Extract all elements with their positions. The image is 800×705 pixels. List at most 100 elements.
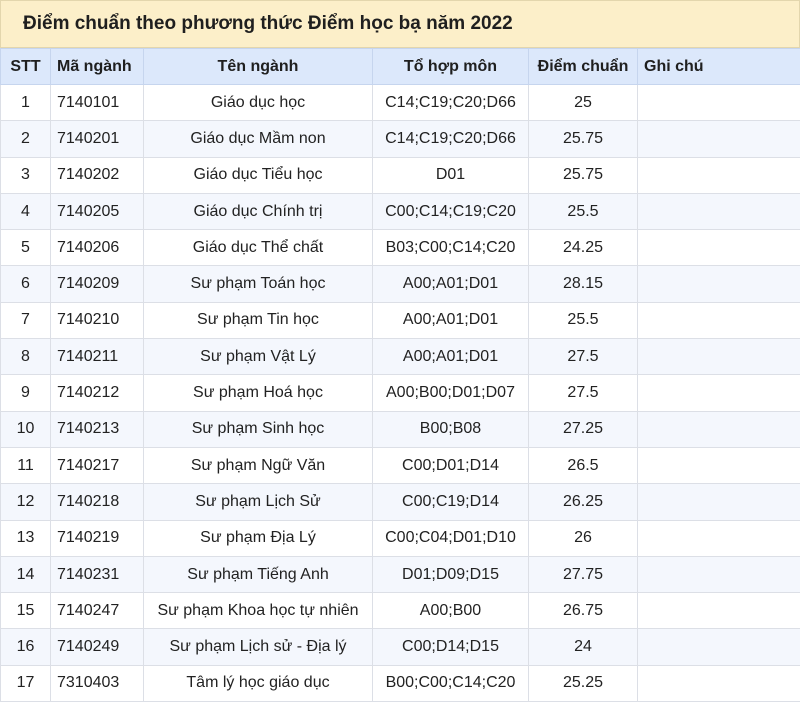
- cell-diem-chuan: 27.75: [528, 555, 638, 594]
- cell-stt: 16: [0, 628, 51, 666]
- cell-ma-nganh: 7140202: [50, 156, 144, 194]
- table-row: 2 7140201 Giáo dục Mầm non C14;C19;C20;D66 2…: [0, 120, 800, 158]
- table-row: 3 7140202 Giáo dục Tiểu học D01 25.75: [0, 156, 800, 194]
- cell-ma-nganh: 7140213: [50, 410, 144, 448]
- table-header-row: STT Mã ngành Tên ngành Tổ hợp môn Điểm c…: [0, 48, 800, 85]
- cell-ghi-chu: [637, 338, 800, 376]
- cell-ma-nganh: 7140205: [50, 192, 144, 231]
- table-row: 12 7140218 Sư phạm Lịch Sử C00;C19;D14 26.25: [0, 483, 800, 521]
- cell-ghi-chu: [637, 229, 800, 267]
- cell-ghi-chu: [637, 120, 800, 158]
- cell-ten-nganh: Sư phạm Địa Lý: [143, 519, 373, 557]
- cell-ghi-chu: [637, 265, 800, 303]
- cell-ten-nganh: Sư phạm Ngữ Văn: [143, 446, 373, 485]
- cell-ma-nganh: 7140218: [50, 483, 144, 521]
- cell-diem-chuan: 25.5: [528, 301, 638, 340]
- cell-stt: 6: [0, 265, 51, 303]
- cell-diem-chuan: 26.75: [528, 592, 638, 630]
- cell-ghi-chu: [637, 156, 800, 194]
- cell-ten-nganh: Sư phạm Lịch Sử: [143, 483, 373, 521]
- table-row: 10 7140213 Sư phạm Sinh học B00;B08 27.25: [0, 410, 800, 448]
- cell-ghi-chu: [637, 555, 800, 594]
- cell-ten-nganh: Giáo dục Tiểu học: [143, 156, 373, 194]
- cell-stt: 1: [0, 83, 51, 122]
- cell-diem-chuan: 27.25: [528, 410, 638, 448]
- cell-diem-chuan: 27.5: [528, 374, 638, 412]
- cell-stt: 11: [0, 446, 51, 485]
- cell-ghi-chu: [637, 301, 800, 340]
- cell-stt: 13: [0, 519, 51, 557]
- table-row: 15 7140247 Sư phạm Khoa học tự nhiên A00;B0…: [0, 592, 800, 630]
- cell-ten-nganh: Sư phạm Hoá học: [143, 374, 373, 412]
- cell-stt: 12: [0, 483, 51, 521]
- cell-ghi-chu: [637, 83, 800, 122]
- cell-ghi-chu: [637, 446, 800, 485]
- cell-diem-chuan: 28.15: [528, 265, 638, 303]
- cell-diem-chuan: 25.5: [528, 192, 638, 231]
- cell-ma-nganh: 7140231: [50, 555, 144, 594]
- page: Điểm chuẩn theo phương thức Điểm học bạ …: [0, 0, 800, 705]
- cell-ten-nganh: Tâm lý học giáo dục: [143, 664, 373, 703]
- cell-ten-nganh: Sư phạm Tiếng Anh: [143, 555, 373, 594]
- cell-diem-chuan: 26.5: [528, 446, 638, 485]
- cell-ten-nganh: Sư phạm Vật Lý: [143, 338, 373, 376]
- cell-stt: 3: [0, 156, 51, 194]
- score-table: STT Mã ngành Tên ngành Tổ hợp môn Điểm c…: [0, 48, 800, 703]
- page-title: Điểm chuẩn theo phương thức Điểm học bạ …: [0, 0, 800, 48]
- cell-ma-nganh: 7140210: [50, 301, 144, 340]
- cell-ma-nganh: 7140219: [50, 519, 144, 557]
- table-row: 17 7310403 Tâm lý học giáo dục B00;C00;C14;…: [0, 664, 800, 703]
- cell-ten-nganh: Giáo dục Chính trị: [143, 192, 373, 231]
- cell-diem-chuan: 25.75: [528, 120, 638, 158]
- cell-ten-nganh: Sư phạm Sinh học: [143, 410, 373, 448]
- cell-diem-chuan: 25: [528, 83, 638, 122]
- cell-ghi-chu: [637, 592, 800, 630]
- cell-to-hop-mon: C00;C19;D14: [372, 483, 529, 521]
- table-row: 7 7140210 Sư phạm Tin học A00;A01;D01 25.5: [0, 301, 800, 340]
- table-body: 1 7140101 Giáo dục học C14;C19;C20;D66 25 2 71…: [0, 83, 800, 703]
- table-row: 1 7140101 Giáo dục học C14;C19;C20;D66 25: [0, 83, 800, 122]
- header-ma-nganh: Mã ngành: [50, 48, 144, 85]
- cell-ghi-chu: [637, 374, 800, 412]
- cell-to-hop-mon: D01;D09;D15: [372, 555, 529, 594]
- cell-to-hop-mon: A00;B00;D01;D07: [372, 374, 529, 412]
- cell-ghi-chu: [637, 519, 800, 557]
- cell-ghi-chu: [637, 410, 800, 448]
- cell-ma-nganh: 7140249: [50, 628, 144, 666]
- table-row: 13 7140219 Sư phạm Địa Lý C00;C04;D01;D10 26: [0, 519, 800, 557]
- cell-ten-nganh: Giáo dục học: [143, 83, 373, 122]
- cell-stt: 7: [0, 301, 51, 340]
- cell-ma-nganh: 7140212: [50, 374, 144, 412]
- cell-stt: 9: [0, 374, 51, 412]
- cell-to-hop-mon: C00;D14;D15: [372, 628, 529, 666]
- cell-ghi-chu: [637, 664, 800, 703]
- header-to-hop-mon: Tổ hợp môn: [372, 48, 529, 85]
- table-row: 4 7140205 Giáo dục Chính trị C00;C14;C19;C2…: [0, 192, 800, 231]
- cell-to-hop-mon: C00;C14;C19;C20: [372, 192, 529, 231]
- cell-ma-nganh: 7140211: [50, 338, 144, 376]
- cell-ten-nganh: Sư phạm Toán học: [143, 265, 373, 303]
- header-ten-nganh: Tên ngành: [143, 48, 373, 85]
- cell-to-hop-mon: C00;C04;D01;D10: [372, 519, 529, 557]
- cell-ma-nganh: 7140201: [50, 120, 144, 158]
- cell-diem-chuan: 24: [528, 628, 638, 666]
- cell-diem-chuan: 25.25: [528, 664, 638, 703]
- cell-to-hop-mon: D01: [372, 156, 529, 194]
- cell-ma-nganh: 7140101: [50, 83, 144, 122]
- cell-ma-nganh: 7140206: [50, 229, 144, 267]
- cell-ma-nganh: 7310403: [50, 664, 144, 703]
- cell-ma-nganh: 7140247: [50, 592, 144, 630]
- cell-to-hop-mon: C00;D01;D14: [372, 446, 529, 485]
- table-row: 14 7140231 Sư phạm Tiếng Anh D01;D09;D15 27.…: [0, 555, 800, 594]
- table-row: 6 7140209 Sư phạm Toán học A00;A01;D01 28.15: [0, 265, 800, 303]
- cell-to-hop-mon: A00;A01;D01: [372, 338, 529, 376]
- cell-ghi-chu: [637, 483, 800, 521]
- cell-diem-chuan: 26.25: [528, 483, 638, 521]
- cell-stt: 10: [0, 410, 51, 448]
- cell-ma-nganh: 7140209: [50, 265, 144, 303]
- cell-stt: 2: [0, 120, 51, 158]
- cell-stt: 4: [0, 192, 51, 231]
- table-row: 11 7140217 Sư phạm Ngữ Văn C00;D01;D14 26.5: [0, 446, 800, 485]
- cell-ghi-chu: [637, 192, 800, 231]
- cell-ten-nganh: Sư phạm Khoa học tự nhiên: [143, 592, 373, 630]
